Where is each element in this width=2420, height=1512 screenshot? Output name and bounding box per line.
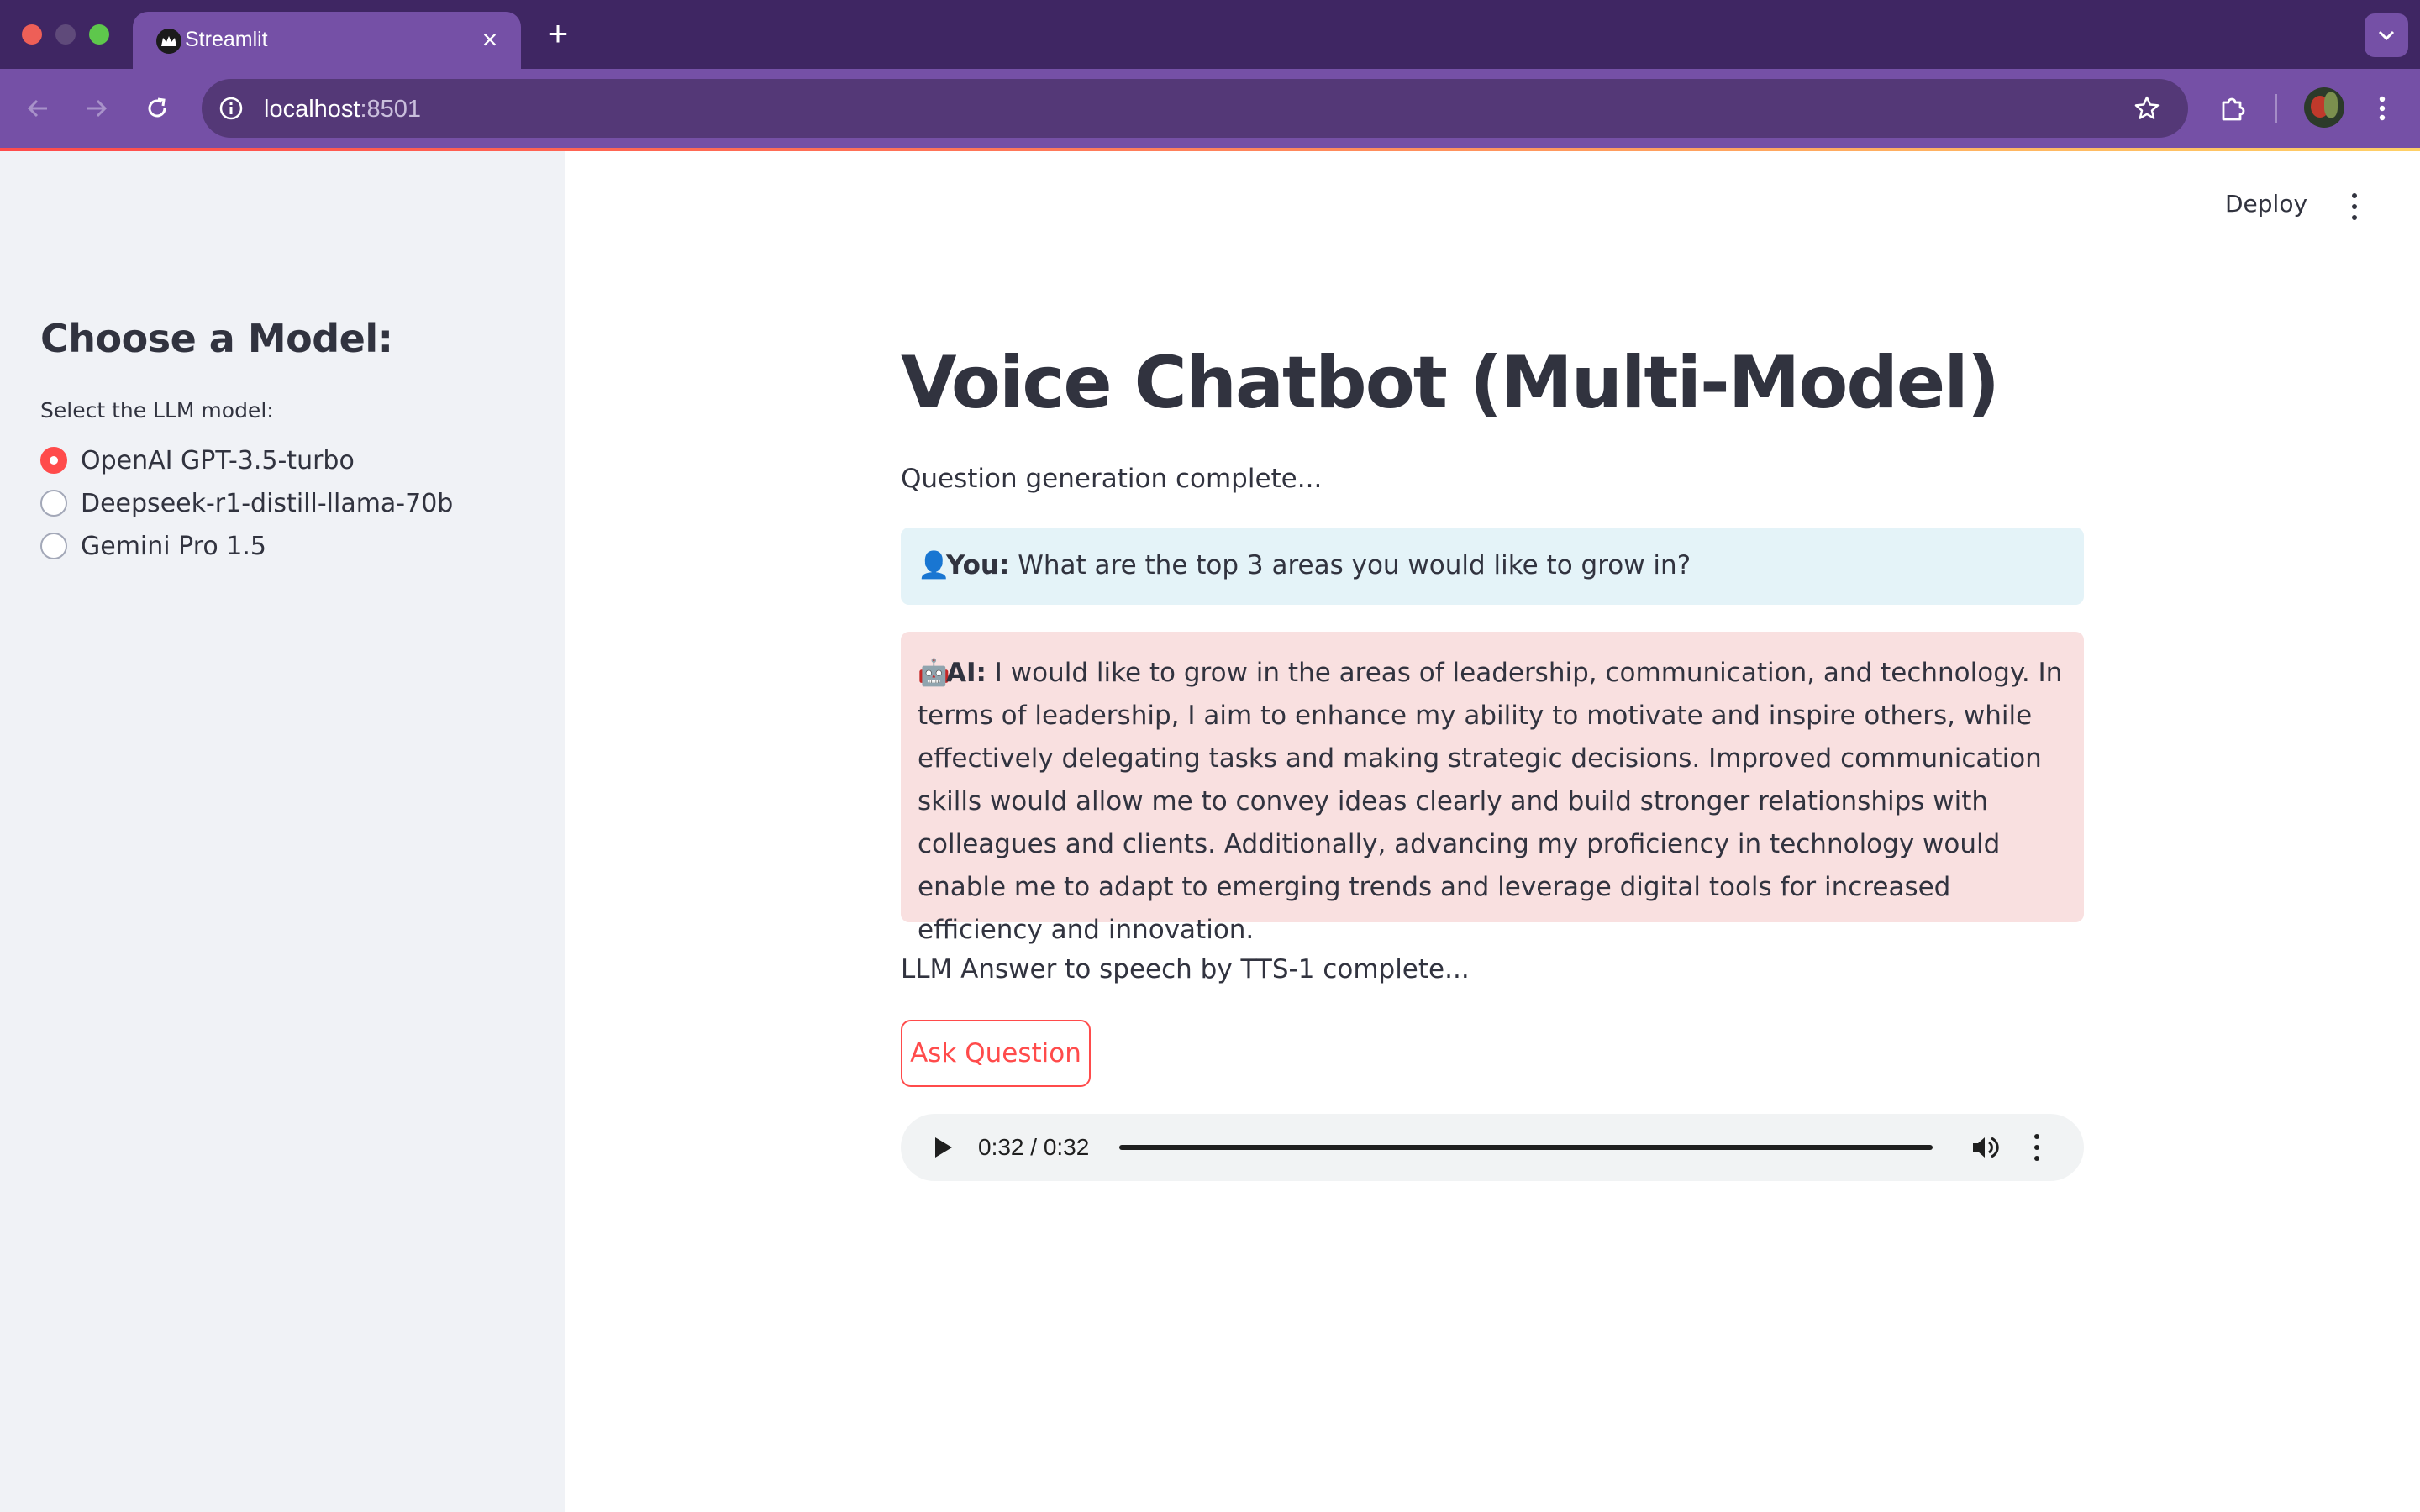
play-icon — [935, 1137, 952, 1158]
user-message: 👤You: What are the top 3 areas you would… — [901, 528, 2084, 605]
tab-title: Streamlit — [185, 28, 268, 51]
robot-icon: 🤖 — [918, 658, 950, 688]
extensions-button[interactable] — [2212, 87, 2254, 129]
profile-avatar[interactable] — [2304, 87, 2344, 128]
audio-options-button[interactable] — [2027, 1131, 2047, 1164]
menu-dot — [2352, 192, 2357, 198]
ask-question-button[interactable]: Ask Question — [901, 1020, 1091, 1087]
browser-toolbar: localhost:8501 — [0, 69, 2420, 148]
streamlit-crown-icon — [156, 29, 182, 54]
radio-option-gemini[interactable]: Gemini Pro 1.5 — [40, 529, 266, 563]
close-tab-icon[interactable]: × — [477, 26, 502, 53]
sidebar: Choose a Model: Select the LLM model: Op… — [0, 151, 565, 1512]
volume-button[interactable] — [1968, 1131, 2002, 1164]
arrow-right-icon — [87, 99, 108, 118]
radio-option-label: OpenAI GPT-3.5-turbo — [81, 445, 355, 475]
question-status-text: Question generation complete... — [901, 464, 1323, 494]
radio-option-label: Deepseek-r1-distill-llama-70b — [81, 488, 454, 518]
browser-menu-button[interactable] — [2361, 87, 2403, 129]
puzzle-icon — [2222, 97, 2245, 121]
url-host: localhost — [264, 96, 360, 123]
ai-message-text: I would like to grow in the areas of lea… — [918, 658, 2063, 945]
play-button[interactable] — [926, 1131, 960, 1164]
menu-dot — [2034, 1133, 2039, 1139]
audio-progress-slider[interactable] — [1119, 1145, 1933, 1150]
radio-option-deepseek[interactable]: Deepseek-r1-distill-llama-70b — [40, 486, 453, 520]
forward-button[interactable] — [76, 87, 118, 129]
tab-search-button[interactable] — [2365, 13, 2408, 57]
menu-dot — [2034, 1156, 2039, 1162]
sidebar-title: Choose a Model: — [40, 316, 393, 361]
menu-dot — [2034, 1144, 2039, 1150]
menu-dot — [2352, 203, 2357, 209]
minimize-window-button[interactable] — [55, 24, 76, 45]
maximize-window-button[interactable] — [89, 24, 109, 45]
address-bar[interactable]: localhost:8501 — [202, 79, 2188, 138]
audio-player: 0:32 / 0:32 — [901, 1114, 2084, 1181]
toolbar-divider — [2275, 94, 2277, 123]
tts-status-text: LLM Answer to speech by TTS-1 complete..… — [901, 954, 1470, 984]
chevron-down-icon — [2378, 30, 2395, 41]
browser-tab-strip: Streamlit × + — [0, 0, 2420, 69]
page-title: Voice Chatbot (Multi-Model) — [901, 341, 2000, 425]
url-text: localhost:8501 — [264, 96, 421, 123]
volume-icon — [1973, 1137, 1999, 1158]
url-port: :8501 — [360, 96, 422, 123]
browser-tab-active[interactable]: Streamlit × — [133, 12, 521, 69]
main-menu-button[interactable] — [2344, 190, 2365, 223]
back-button[interactable] — [17, 87, 59, 129]
site-info-icon[interactable] — [215, 92, 247, 124]
new-tab-button[interactable]: + — [541, 16, 575, 51]
ai-message: 🤖AI: I would like to grow in the areas o… — [901, 632, 2084, 945]
close-window-button[interactable] — [22, 24, 42, 45]
model-radio-label: Select the LLM model: — [40, 398, 274, 423]
audio-time: 0:32 / 0:32 — [978, 1134, 1090, 1160]
user-message-text: What are the top 3 areas you would like … — [1018, 550, 1691, 580]
user-speaker-label: You: — [946, 550, 1010, 580]
more-vertical-icon — [2379, 96, 2386, 121]
radio-option-openai[interactable]: OpenAI GPT-3.5-turbo — [40, 444, 355, 477]
radio-unselected-icon — [40, 533, 67, 559]
ai-speaker-label: AI: — [946, 658, 986, 688]
bookmark-star-icon[interactable] — [2131, 92, 2163, 124]
reload-icon — [148, 97, 166, 118]
radio-selected-icon — [40, 447, 67, 474]
arrow-left-icon — [27, 99, 47, 118]
radio-unselected-icon — [40, 490, 67, 517]
deploy-button[interactable]: Deploy — [2225, 190, 2307, 218]
reload-button[interactable] — [136, 87, 178, 129]
menu-dot — [2352, 215, 2357, 221]
radio-option-label: Gemini Pro 1.5 — [81, 531, 266, 561]
user-icon: 👤 — [918, 550, 950, 580]
